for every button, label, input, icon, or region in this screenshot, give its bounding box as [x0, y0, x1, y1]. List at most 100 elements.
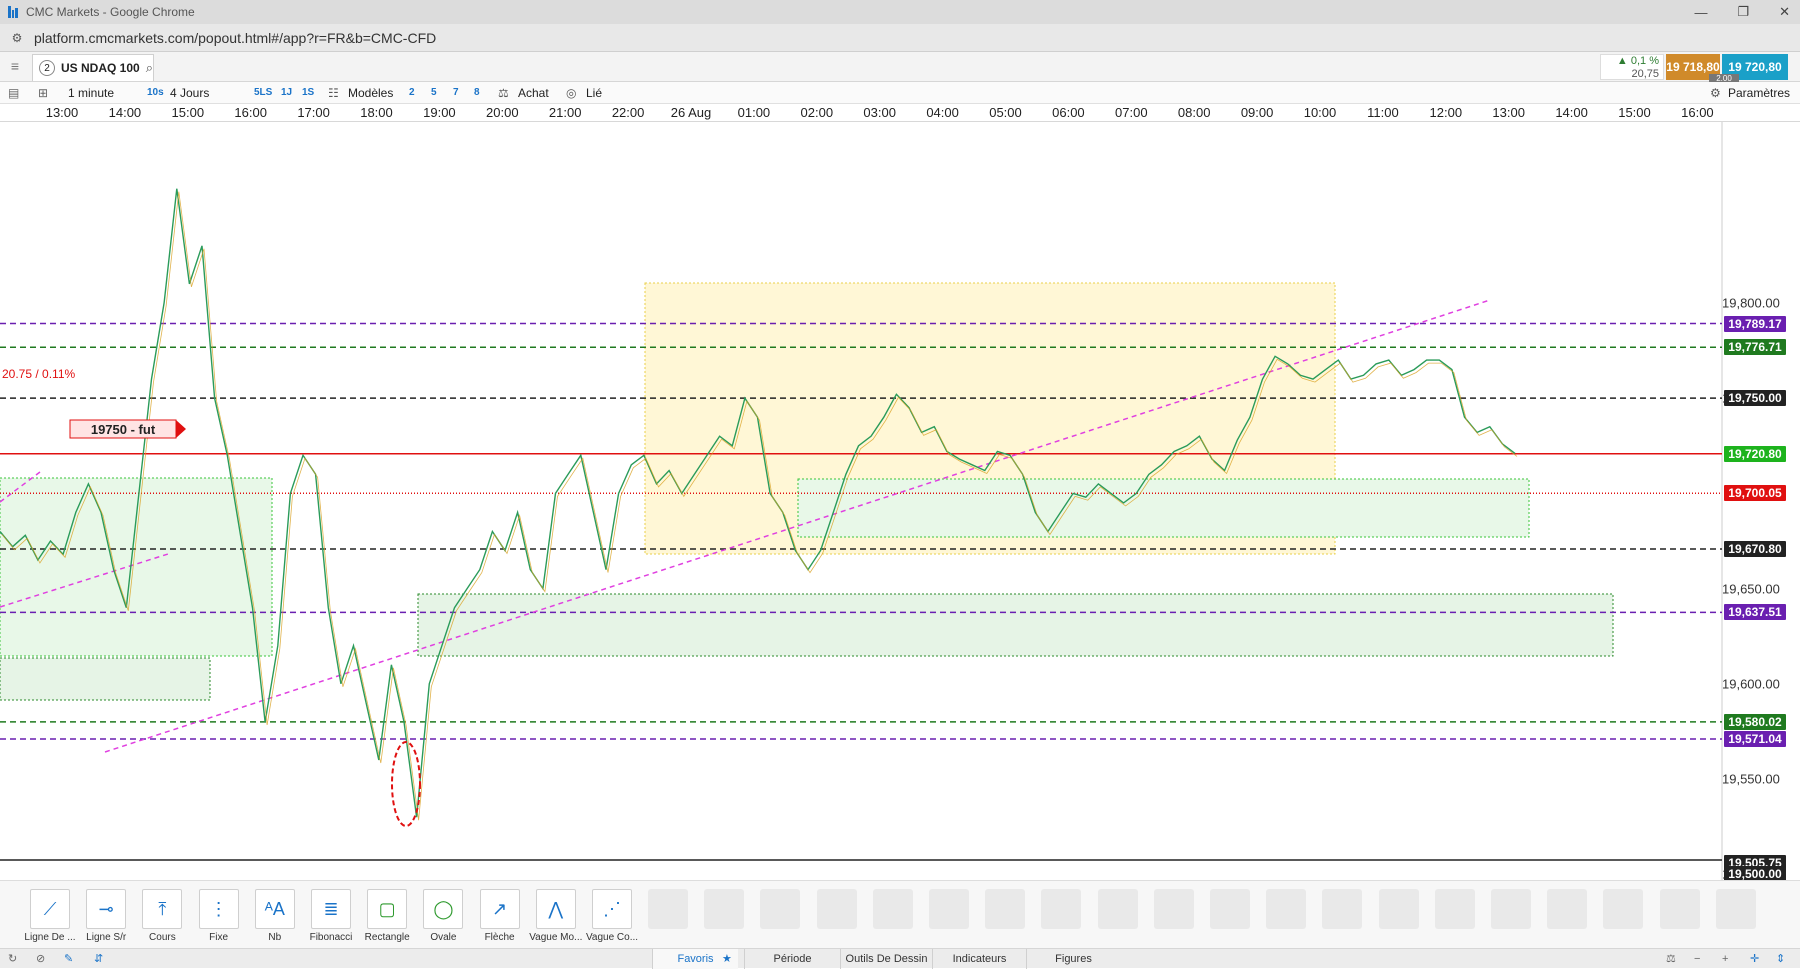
site-settings-icon[interactable]: ⚙	[10, 31, 24, 45]
empty-tool-slot[interactable]	[1715, 889, 1756, 929]
empty-tool-slot[interactable]	[1659, 889, 1700, 929]
settings-icon[interactable]: ⚙	[1710, 82, 1721, 104]
tab-periode[interactable]: Période	[744, 949, 840, 969]
price-icon[interactable]: ⤒	[142, 889, 183, 929]
tool-label: Vague Co...	[585, 932, 639, 943]
wave-corrective-icon[interactable]: ⋰	[592, 889, 632, 929]
tab-outils-dessin[interactable]: Outils De Dessin	[840, 949, 932, 969]
grid-5[interactable]: 5	[431, 82, 437, 104]
price-tag: 19,580.02	[1724, 713, 1786, 730]
time-tick: 16:00	[234, 105, 267, 120]
price-chart[interactable]: 19750 - fut 20.75 / 0.11% 19,800.00 19,75…	[0, 114, 1800, 883]
empty-tool-slot[interactable]	[1266, 889, 1307, 929]
empty-tool-slot[interactable]	[1322, 889, 1363, 929]
empty-tool-slot[interactable]	[1097, 889, 1138, 929]
interval-select[interactable]: 1 minute	[68, 82, 114, 104]
tool-fixed[interactable]: ⋮ Fixe	[191, 889, 247, 943]
price-tag: 19,637.51	[1724, 604, 1786, 621]
restore-button[interactable]: ❐	[1737, 4, 1749, 20]
empty-tool-slot[interactable]	[760, 889, 801, 929]
tool-oval[interactable]: ◯ Ovale	[415, 889, 471, 943]
tool-fibonacci[interactable]: ≣ Fibonacci	[303, 889, 359, 943]
tool-rectangle[interactable]: ▢ Rectangle	[359, 889, 415, 943]
url-text: platform.cmcmarkets.com/popout.html#/app…	[34, 29, 437, 46]
grid-7[interactable]: 7	[453, 82, 459, 104]
empty-tool-slot[interactable]	[985, 889, 1026, 929]
address-bar[interactable]: ⚙ platform.cmcmarkets.com/popout.html#/a…	[0, 24, 1800, 52]
chart-list-icon[interactable]: ▤	[8, 82, 19, 104]
tool-arrow[interactable]: ↗ Flèche	[472, 889, 528, 943]
empty-tool-slot[interactable]	[1153, 889, 1194, 929]
close-button[interactable]: ✕	[1779, 4, 1790, 20]
empty-tool-slot[interactable]	[648, 889, 688, 929]
hamburger-menu-icon[interactable]: ≡	[6, 58, 24, 76]
oval-icon[interactable]: ◯	[423, 889, 464, 929]
empty-tool-slot[interactable]	[1041, 889, 1082, 929]
rectangle-icon[interactable]: ▢	[367, 889, 408, 929]
interval-10s[interactable]: 10s	[147, 82, 164, 104]
tab-indicateurs[interactable]: Indicateurs	[932, 949, 1026, 969]
support-resistance-icon[interactable]: ⊸	[86, 889, 127, 929]
price-tick: 19,800.00	[1722, 295, 1780, 311]
demand-zone-wide	[417, 593, 1614, 657]
fibonacci-icon[interactable]: ≣	[311, 889, 351, 929]
empty-tool-slot[interactable]	[1434, 889, 1475, 929]
cancel-icon[interactable]: ⊘	[36, 949, 45, 969]
magnet-icon[interactable]: ⇵	[94, 949, 103, 969]
wave-icon[interactable]: ⋀	[535, 889, 576, 929]
tool-label: Fixe	[209, 932, 229, 943]
range-select[interactable]: 4 Jours	[170, 82, 209, 104]
tool-support-resistance[interactable]: ⊸ Ligne S/r	[78, 889, 134, 943]
arrow-icon[interactable]: ↗	[479, 889, 520, 929]
linked-toggle[interactable]: Lié	[586, 82, 602, 104]
tab-figures[interactable]: Figures	[1026, 949, 1120, 969]
empty-tool-slot[interactable]	[1603, 889, 1644, 929]
refresh-icon[interactable]: ↻	[8, 949, 17, 969]
grid-8[interactable]: 8	[474, 82, 480, 104]
instrument-tab[interactable]: 2 US NDAQ 100 ⌕	[32, 54, 154, 81]
empty-tool-slot[interactable]	[1491, 889, 1531, 929]
fixed-icon[interactable]: ⋮	[198, 889, 239, 929]
empty-tool-slot[interactable]	[1378, 889, 1419, 929]
range-1s[interactable]: 1S	[302, 82, 314, 104]
time-tick: 21:00	[548, 105, 582, 120]
empty-tool-slot[interactable]	[704, 889, 745, 929]
line-tool-icon[interactable]: ⟋	[30, 889, 70, 929]
scale-icon[interactable]: ⚖	[1666, 949, 1676, 969]
time-tick: 05:00	[989, 105, 1022, 120]
text-icon[interactable]: ᴬA	[254, 889, 295, 929]
empty-tool-slot[interactable]	[816, 889, 857, 929]
buy-button[interactable]: Achat	[518, 82, 549, 104]
tool-price[interactable]: ⤒ Cours	[134, 889, 190, 943]
tool-label: Ovale	[430, 932, 457, 943]
search-icon[interactable]: ⌕	[146, 60, 153, 76]
tool-wave[interactable]: ⋀ Vague Mo...	[528, 889, 584, 943]
favorites-star-icon[interactable]: ★	[722, 949, 732, 969]
change-pct: 0,1 %	[1630, 55, 1659, 67]
grid-2[interactable]: 2	[409, 82, 415, 104]
layout-icon[interactable]: ⊞	[38, 82, 48, 104]
range-1j[interactable]: 1J	[281, 82, 292, 104]
empty-tool-slot[interactable]	[1547, 889, 1588, 929]
chart-canvas[interactable]: 19750 - fut 20.75 / 0.11%	[0, 114, 1800, 880]
empty-tool-slot[interactable]	[929, 889, 969, 929]
tool-line-tool[interactable]: ⟋ Ligne De ...	[22, 889, 78, 943]
fit-icon[interactable]: ⇕	[1776, 949, 1785, 969]
zoom-in-icon[interactable]: +	[1722, 949, 1728, 969]
zoom-out-icon[interactable]: −	[1694, 949, 1700, 969]
instrument-name: US NDAQ 100	[61, 61, 140, 75]
crosshair-icon[interactable]: ✛	[1750, 949, 1759, 969]
settings-button[interactable]: Paramètres	[1728, 82, 1790, 104]
time-tick: 18:00	[360, 105, 393, 120]
fut-label: 19750 - fut	[91, 422, 156, 437]
empty-tool-slot[interactable]	[872, 889, 913, 929]
tool-wave-corrective[interactable]: ⋰ Vague Co...	[584, 889, 640, 943]
tool-text[interactable]: ᴬA Nb	[247, 889, 303, 943]
tool-label: Fibonacci	[309, 932, 353, 943]
tool-label: Ligne De ...	[24, 932, 76, 943]
models-button[interactable]: Modèles	[348, 82, 393, 104]
minimize-button[interactable]: —	[1694, 5, 1707, 20]
pencil-icon[interactable]: ✎	[64, 949, 73, 969]
empty-tool-slot[interactable]	[1210, 889, 1250, 929]
range-5ls[interactable]: 5LS	[254, 82, 272, 104]
